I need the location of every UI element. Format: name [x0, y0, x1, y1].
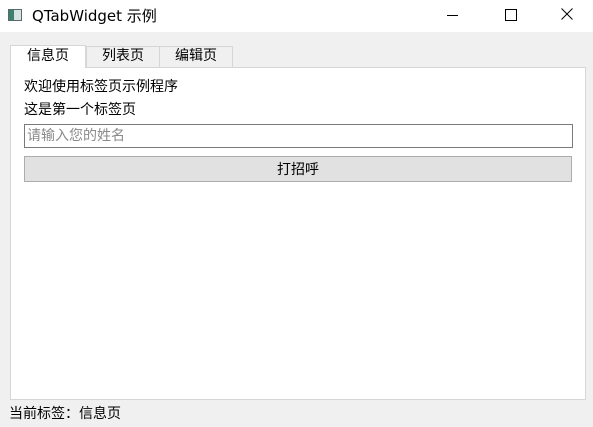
window-title: QTabWidget 示例 [32, 7, 157, 25]
title-bar[interactable]: QTabWidget 示例 [0, 0, 593, 32]
info-tab-panel: 欢迎使用标签页示例程序 这是第一个标签页 打招呼 [10, 67, 586, 400]
app-window-icon [8, 9, 22, 21]
name-input[interactable] [24, 124, 573, 148]
minimize-icon [447, 15, 458, 16]
tab-edit[interactable]: 编辑页 [159, 46, 233, 67]
minimize-button[interactable] [426, 0, 482, 32]
first-tab-label: 这是第一个标签页 [24, 102, 136, 118]
greet-button[interactable]: 打招呼 [24, 156, 572, 182]
maximize-icon [505, 9, 517, 21]
tab-list[interactable]: 列表页 [86, 46, 160, 67]
close-icon [561, 8, 573, 20]
app-window: QTabWidget 示例 信息页 列表页 编辑页 欢迎使用标签页示例程序 这是… [0, 0, 593, 427]
welcome-label: 欢迎使用标签页示例程序 [24, 79, 178, 95]
maximize-button[interactable] [482, 0, 538, 32]
close-button[interactable] [538, 0, 593, 32]
tab-info[interactable]: 信息页 [10, 45, 86, 68]
status-label: 当前标签：信息页 [9, 406, 121, 422]
